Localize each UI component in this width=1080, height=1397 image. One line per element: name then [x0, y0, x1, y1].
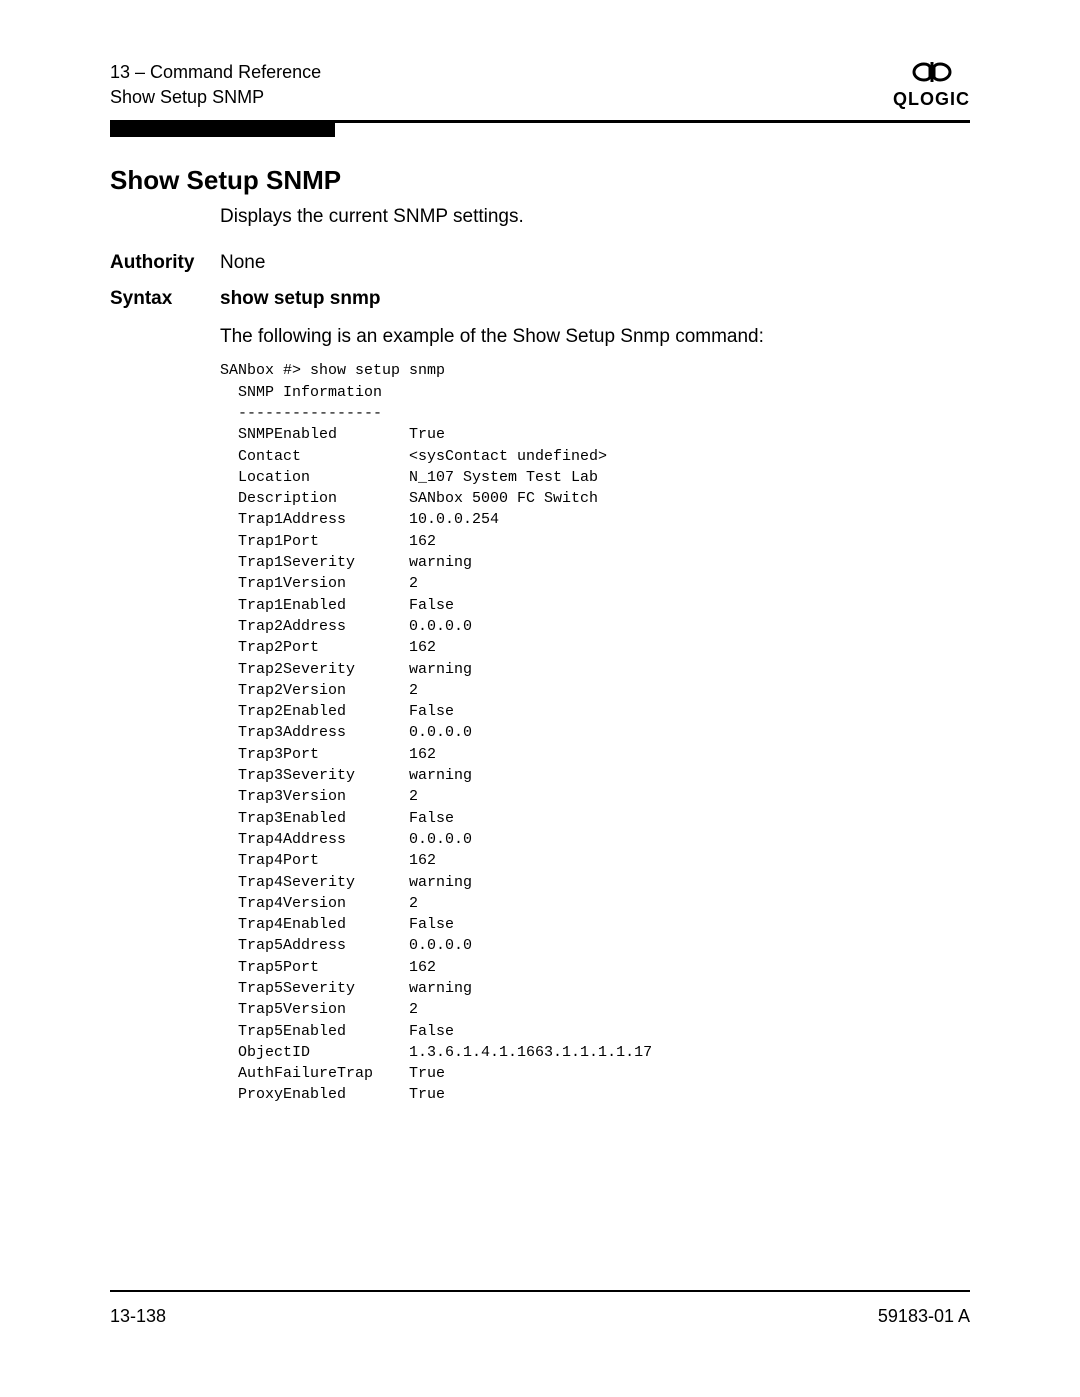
syntax-command: show setup snmp — [220, 288, 380, 310]
page-header: 13 – Command Reference Show Setup SNMP Q… — [110, 60, 970, 110]
cli-output: SANbox #> show setup snmp SNMP Informati… — [220, 360, 970, 1105]
page-number: 13-138 — [110, 1306, 166, 1327]
authority-section: Authority None — [110, 252, 970, 274]
logo: QLOGIC — [893, 60, 970, 108]
page-title: Show Setup SNMP — [110, 165, 970, 196]
header-left: 13 – Command Reference Show Setup SNMP — [110, 60, 321, 110]
logo-icon — [910, 60, 954, 88]
doc-number: 59183-01 A — [878, 1306, 970, 1327]
authority-label: Authority — [110, 252, 220, 274]
tab-marker — [110, 123, 335, 137]
syntax-section-header: Syntax show setup snmp — [110, 288, 970, 320]
syntax-intro: The following is an example of the Show … — [220, 326, 970, 348]
header-section: Show Setup SNMP — [110, 85, 321, 110]
page-footer: 13-138 59183-01 A — [110, 1290, 970, 1327]
footer-rule — [110, 1290, 970, 1292]
description-text: Displays the current SNMP settings. — [220, 206, 970, 228]
syntax-label: Syntax — [110, 288, 220, 310]
header-chapter: 13 – Command Reference — [110, 60, 321, 85]
authority-value: None — [220, 252, 265, 274]
logo-text: QLOGIC — [893, 90, 970, 108]
